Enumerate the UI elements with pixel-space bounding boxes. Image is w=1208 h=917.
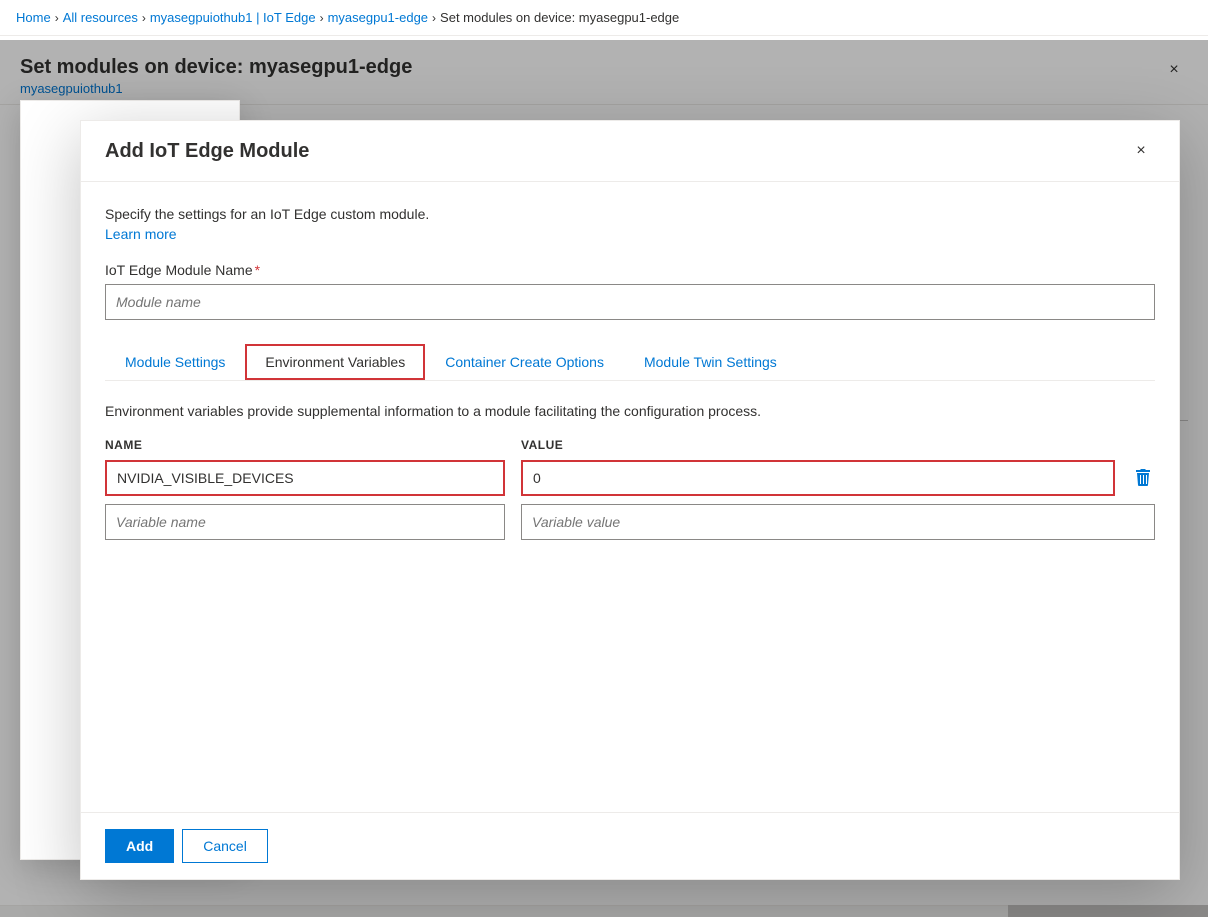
breadcrumb-all-resources[interactable]: All resources [63, 10, 138, 25]
delete-row-button-1[interactable] [1131, 465, 1155, 491]
dialog-body: Specify the settings for an IoT Edge cus… [81, 182, 1179, 381]
env-table-header: NAME VALUE [105, 438, 1155, 452]
cancel-button[interactable]: Cancel [182, 829, 268, 863]
tabs-container: Module Settings Environment Variables Co… [105, 344, 1155, 381]
env-description: Environment variables provide supplement… [105, 401, 1155, 422]
tab-module-twin-settings[interactable]: Module Twin Settings [624, 344, 797, 380]
breadcrumb-sep-4: › [432, 11, 436, 25]
dialog-header: Add IoT Edge Module × [81, 121, 1179, 182]
env-name-input-2[interactable] [105, 504, 505, 540]
tab-container-create-options[interactable]: Container Create Options [425, 344, 624, 380]
add-iot-edge-module-dialog: Add IoT Edge Module × Specify the settin… [80, 120, 1180, 880]
col-header-value: VALUE [521, 438, 1155, 452]
tab-environment-variables[interactable]: Environment Variables [245, 344, 425, 380]
env-value-input-1[interactable] [521, 460, 1115, 496]
env-value-input-2[interactable] [521, 504, 1155, 540]
module-name-label: IoT Edge Module Name* [105, 262, 1155, 278]
module-name-field: IoT Edge Module Name* [105, 262, 1155, 320]
env-name-input-1[interactable] [105, 460, 505, 496]
required-star: * [255, 262, 260, 278]
add-button[interactable]: Add [105, 829, 174, 863]
breadcrumb-sep-2: › [142, 11, 146, 25]
module-name-input[interactable] [105, 284, 1155, 320]
tab-module-settings[interactable]: Module Settings [105, 344, 245, 380]
dialog-close-button[interactable]: × [1127, 137, 1155, 165]
breadcrumb-sep-1: › [55, 11, 59, 25]
col-header-name: NAME [105, 438, 505, 452]
breadcrumb-iothub[interactable]: myasegpuiothub1 | IoT Edge [150, 10, 316, 25]
dialog-footer: Add Cancel [81, 812, 1179, 879]
breadcrumb-home[interactable]: Home [16, 10, 51, 25]
env-variables-section: Environment variables provide supplement… [81, 381, 1179, 568]
breadcrumb-sep-3: › [320, 11, 324, 25]
breadcrumb: Home › All resources › myasegpuiothub1 |… [0, 0, 1208, 36]
breadcrumb-edge-device[interactable]: myasegpu1-edge [328, 10, 428, 25]
dialog-description: Specify the settings for an IoT Edge cus… [105, 206, 1155, 222]
learn-more-link[interactable]: Learn more [105, 226, 177, 242]
dialog-title: Add IoT Edge Module [105, 140, 309, 163]
table-row [105, 460, 1155, 496]
table-row [105, 504, 1155, 540]
breadcrumb-current: Set modules on device: myasegpu1-edge [440, 10, 679, 25]
